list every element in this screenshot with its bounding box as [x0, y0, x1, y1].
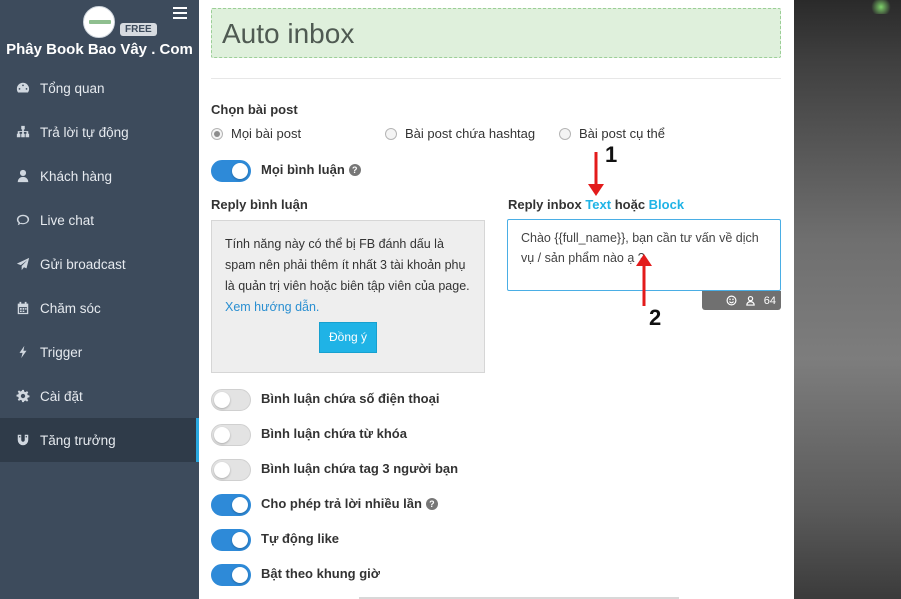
- all-comments-toggle[interactable]: [211, 160, 251, 182]
- guide-link[interactable]: Xem hướng dẫn.: [225, 300, 319, 314]
- free-badge: FREE: [120, 23, 157, 36]
- info-message: Tính năng này có thể bị FB đánh dấu là s…: [225, 237, 470, 293]
- sidebar-item-tong-quan[interactable]: Tổng quan: [0, 66, 199, 110]
- help-icon[interactable]: ?: [348, 163, 361, 176]
- radio-specific-post[interactable]: Bài post cụ thể: [559, 126, 665, 141]
- multiple-reply-label: Cho phép trả lời nhiều lần ?: [261, 496, 438, 511]
- all-comments-label: Mọi bình luận ?: [261, 162, 361, 177]
- main-panel: Auto inbox Chọn bài post Mọi bài post Bà…: [199, 0, 794, 599]
- sidebar-item-tra-loi-tu-dong[interactable]: Trả lời tự động: [0, 110, 199, 154]
- annotation-number-1: 1: [605, 142, 618, 167]
- radio-all-posts[interactable]: Mọi bài post: [211, 126, 301, 141]
- user-icon: [16, 169, 30, 183]
- sidebar-item-cai-dat[interactable]: Cài đặt: [0, 374, 199, 418]
- sidebar-item-label: Gửi broadcast: [40, 256, 126, 272]
- send-icon: [16, 257, 30, 271]
- user-icon[interactable]: [745, 295, 756, 306]
- toggle-label-text: Mọi bình luận: [261, 162, 345, 177]
- sidebar-item-label: Trả lời tự động: [40, 124, 129, 140]
- brand-name[interactable]: Phây Book Bao Vây . Com: [0, 41, 199, 58]
- toggle-label-text: Cho phép trả lời nhiều lần: [261, 496, 422, 511]
- sitemap-icon: [16, 125, 30, 139]
- menu-icon[interactable]: [173, 7, 187, 19]
- sidebar-item-label: Khách hàng: [40, 168, 113, 184]
- background-area: [794, 0, 901, 599]
- dashboard-icon: [16, 81, 30, 95]
- radio-button[interactable]: [559, 127, 571, 140]
- sidebar-item-label: Tăng trưởng: [40, 432, 116, 448]
- sidebar-item-khach-hang[interactable]: Khách hàng: [0, 154, 199, 198]
- auto-like-toggle[interactable]: [211, 529, 251, 551]
- phone-comment-label: Bình luận chứa số điện thoại: [261, 391, 440, 406]
- emoji-icon[interactable]: [726, 295, 737, 306]
- info-text: Tính năng này có thể bị FB đánh dấu là s…: [225, 234, 477, 318]
- radio-hashtag-posts[interactable]: Bài post chứa hashtag: [385, 126, 535, 141]
- help-icon[interactable]: ?: [425, 497, 438, 510]
- reply-inbox-label: Reply inbox Text hoặc Block: [508, 197, 684, 212]
- sidebar-item-label: Trigger: [40, 344, 83, 360]
- multiple-reply-toggle[interactable]: [211, 494, 251, 516]
- reply-inbox-prefix: Reply inbox: [508, 197, 582, 212]
- annotation-number-2: 2: [649, 305, 662, 330]
- reply-comment-label: Reply bình luận: [211, 197, 308, 212]
- sidebar-item-trigger[interactable]: Trigger: [0, 330, 199, 374]
- brand-logo[interactable]: [83, 6, 115, 38]
- post-select-label: Chọn bài post: [211, 102, 298, 117]
- sidebar-item-live-chat[interactable]: Live chat: [0, 198, 199, 242]
- page-title-box: Auto inbox: [211, 8, 781, 58]
- brand: FREE Phây Book Bao Vây . Com: [0, 0, 199, 66]
- reply-inbox-or: hoặc: [614, 197, 646, 212]
- gear-icon: [16, 389, 30, 403]
- sidebar-item-label: Cài đặt: [40, 388, 83, 404]
- sidebar-item-label: Chăm sóc: [40, 300, 101, 316]
- tag-friends-toggle[interactable]: [211, 459, 251, 481]
- chat-icon: [16, 213, 30, 227]
- sidebar-item-tang-truong[interactable]: Tăng trưởng: [0, 418, 199, 462]
- keyword-comment-toggle[interactable]: [211, 424, 251, 446]
- radio-button[interactable]: [211, 127, 223, 140]
- background-glow: [869, 0, 893, 14]
- reply-comment-info-box: Tính năng này có thể bị FB đánh dấu là s…: [211, 220, 485, 373]
- radio-label: Mọi bài post: [231, 126, 302, 141]
- calendar-icon: [16, 301, 30, 315]
- sidebar-item-label: Tổng quan: [40, 80, 105, 96]
- radio-button[interactable]: [385, 127, 397, 140]
- char-count: 64: [763, 294, 776, 307]
- sidebar: FREE Phây Book Bao Vây . Com Tổng quan T…: [0, 0, 199, 599]
- bolt-icon: [16, 345, 30, 359]
- schedule-toggle[interactable]: [211, 564, 251, 586]
- sidebar-item-gui-broadcast[interactable]: Gửi broadcast: [0, 242, 199, 286]
- agree-button[interactable]: Đồng ý: [319, 322, 377, 353]
- reply-inbox-text-link[interactable]: Text: [585, 197, 611, 212]
- radio-label: Bài post cụ thể: [579, 126, 665, 141]
- phone-comment-toggle[interactable]: [211, 389, 251, 411]
- sidebar-item-label: Live chat: [40, 212, 95, 228]
- schedule-label: Bật theo khung giờ: [261, 566, 381, 581]
- reply-inbox-textarea[interactable]: Chào {{full_name}}, bạn cần tư vấn về dị…: [507, 219, 781, 291]
- keyword-comment-label: Bình luận chứa từ khóa: [261, 426, 407, 441]
- magnet-icon: [16, 433, 30, 447]
- page-title: Auto inbox: [222, 18, 355, 49]
- sidebar-item-cham-soc[interactable]: Chăm sóc: [0, 286, 199, 330]
- reply-inbox-block-link[interactable]: Block: [649, 197, 684, 212]
- auto-like-label: Tự động like: [261, 531, 340, 546]
- sidebar-nav: Tổng quan Trả lời tự động Khách hàng Liv…: [0, 66, 199, 462]
- tag-friends-label: Bình luận chứa tag 3 người bạn: [261, 461, 459, 476]
- radio-label: Bài post chứa hashtag: [405, 126, 536, 141]
- divider: [211, 78, 781, 79]
- textarea-toolbar: 64: [702, 291, 781, 310]
